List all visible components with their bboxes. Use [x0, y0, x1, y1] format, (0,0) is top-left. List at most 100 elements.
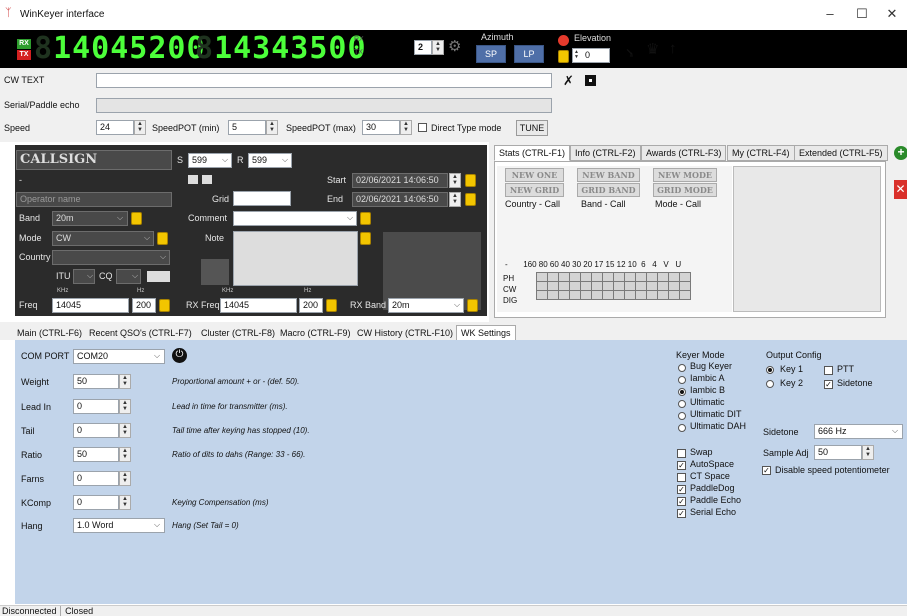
- ratio-input[interactable]: 50: [73, 447, 119, 462]
- new-grid-button[interactable]: NEW GRID: [505, 183, 564, 197]
- rxfreq-hz-input[interactable]: 200: [299, 298, 323, 313]
- rxfreq-khz-input[interactable]: 14045: [220, 298, 297, 313]
- tune-button[interactable]: TUNE: [516, 120, 548, 136]
- lock-icon[interactable]: [465, 174, 476, 187]
- tail-input[interactable]: 0: [73, 423, 119, 438]
- disable-pot-checkbox[interactable]: ✓: [762, 466, 771, 475]
- gear-icon[interactable]: ⚙: [448, 37, 461, 55]
- wand-icon[interactable]: ✗: [563, 73, 574, 89]
- rotor-number[interactable]: 2: [414, 40, 432, 55]
- key1-radio[interactable]: [766, 366, 774, 374]
- new-one-button[interactable]: NEW ONE: [505, 168, 564, 182]
- lead-in-spinner[interactable]: ▲ ▼: [119, 399, 131, 414]
- end-time-input[interactable]: 02/06/2021 14:06:50: [352, 192, 448, 207]
- mode-select[interactable]: CW: [52, 231, 154, 246]
- ratio-spinner[interactable]: ▲ ▼: [119, 447, 131, 462]
- lock-icon[interactable]: [159, 299, 170, 312]
- direct-type-checkbox[interactable]: [418, 123, 427, 132]
- tab-extended[interactable]: Extended (CTRL-F5): [794, 145, 888, 161]
- close-button[interactable]: ✕: [877, 6, 907, 22]
- key2-radio[interactable]: [766, 380, 774, 388]
- rotor-stop-icon[interactable]: [558, 35, 569, 46]
- delete-icon[interactable]: ✕: [894, 180, 907, 199]
- sample-adj-spinner[interactable]: ▲ ▼: [862, 445, 874, 460]
- com-port-select[interactable]: COM20: [73, 349, 165, 364]
- comment-select[interactable]: [233, 211, 357, 226]
- lead-in-input[interactable]: 0: [73, 399, 119, 414]
- lock-icon[interactable]: [360, 212, 371, 225]
- antenna-icon[interactable]: ⭸: [626, 43, 633, 64]
- start-time-input[interactable]: 02/06/2021 14:06:50: [352, 173, 448, 188]
- keyer-radio-ultimatic[interactable]: [678, 400, 686, 408]
- power-icon[interactable]: ⏻: [172, 348, 187, 363]
- grid-band-button[interactable]: GRID BAND: [577, 183, 640, 197]
- minimize-button[interactable]: –: [815, 6, 845, 21]
- end-spinner[interactable]: ▲ ▼: [449, 192, 461, 207]
- sidetone-checkbox[interactable]: ✓: [824, 380, 833, 389]
- keyer-radio-ultimatic-dit[interactable]: [678, 412, 686, 420]
- keyer-radio-iambic-a[interactable]: [678, 376, 686, 384]
- callsign-input[interactable]: CALLSIGN: [16, 150, 172, 170]
- maximize-button[interactable]: ☐: [847, 6, 877, 22]
- keyer-radio-iambic-b[interactable]: [678, 388, 686, 396]
- speedpot-max-spinner[interactable]: ▲ ▼: [400, 120, 412, 135]
- tab-awards[interactable]: Awards (CTRL-F3): [641, 145, 727, 161]
- tab-info[interactable]: Info (CTRL-F2): [570, 145, 641, 161]
- lock-icon[interactable]: [467, 299, 478, 312]
- new-mode-button[interactable]: NEW MODE: [653, 168, 717, 182]
- keyer-radio-ultimatic-dah[interactable]: [678, 424, 686, 432]
- farns-spinner[interactable]: ▲ ▼: [119, 471, 131, 486]
- operator-name-input[interactable]: Operator name: [16, 192, 172, 207]
- weight-spinner[interactable]: ▲ ▼: [119, 374, 131, 389]
- tab-stats[interactable]: Stats (CTRL-F1): [494, 145, 571, 161]
- country-select[interactable]: [52, 250, 170, 265]
- keyer-radio-bug[interactable]: [678, 364, 686, 372]
- kcomp-spinner[interactable]: ▲ ▼: [119, 495, 131, 510]
- start-spinner[interactable]: ▲ ▼: [449, 173, 461, 188]
- farns-input[interactable]: 0: [73, 471, 119, 486]
- add-icon[interactable]: +: [894, 146, 907, 160]
- speed-spinner[interactable]: ▲ ▼: [134, 120, 146, 135]
- sp-button[interactable]: SP: [476, 45, 506, 63]
- speedpot-min-input[interactable]: 5: [228, 120, 266, 135]
- stop-icon[interactable]: [585, 75, 596, 86]
- sample-adj-input[interactable]: 50: [814, 445, 862, 460]
- grid-input[interactable]: [233, 191, 291, 206]
- speedpot-min-spinner[interactable]: ▲ ▼: [266, 120, 278, 135]
- sidetone-select[interactable]: 666 Hz: [814, 424, 903, 439]
- lp-button[interactable]: LP: [514, 45, 544, 63]
- ptt-checkbox[interactable]: [824, 366, 833, 375]
- tab-my[interactable]: My (CTRL-F4): [727, 145, 795, 161]
- castle-icon[interactable]: ♛: [646, 40, 659, 58]
- tail-spinner[interactable]: ▲ ▼: [119, 423, 131, 438]
- lock-icon[interactable]: [558, 50, 569, 63]
- note-textarea[interactable]: [233, 231, 358, 286]
- speed-input[interactable]: 24: [96, 120, 134, 135]
- speedpot-max-input[interactable]: 30: [362, 120, 400, 135]
- weight-input[interactable]: 50: [73, 374, 119, 389]
- lock-icon[interactable]: [360, 232, 371, 245]
- kcomp-label: KComp: [21, 498, 52, 508]
- lock-icon[interactable]: [131, 212, 142, 225]
- paddle-echo-checkbox[interactable]: ✓: [677, 497, 686, 506]
- lock-icon[interactable]: [157, 232, 168, 245]
- cw-text-input[interactable]: [96, 73, 552, 88]
- freq-khz-input[interactable]: 14045: [52, 298, 129, 313]
- tab-wk-settings[interactable]: WK Settings: [456, 325, 516, 341]
- lock-icon[interactable]: [465, 193, 476, 206]
- new-band-button[interactable]: NEW BAND: [577, 168, 640, 182]
- rotor-spinner[interactable]: ▲ ▼: [432, 40, 444, 55]
- freq-hz-input[interactable]: 200: [132, 298, 156, 313]
- hang-select[interactable]: 1.0 Word: [73, 518, 165, 533]
- kcomp-input[interactable]: 0: [73, 495, 119, 510]
- ct-space-checkbox[interactable]: [677, 473, 686, 482]
- arrow-up-icon[interactable]: ↑: [669, 40, 677, 57]
- elevation-spinner[interactable]: ▲ ▼: [574, 50, 582, 61]
- autospace-checkbox[interactable]: ✓: [677, 461, 686, 470]
- grid-mode-button[interactable]: GRID MODE: [653, 183, 717, 197]
- rxband-select[interactable]: 20m: [388, 298, 464, 313]
- lock-icon[interactable]: [326, 299, 337, 312]
- paddledog-checkbox[interactable]: ✓: [677, 485, 686, 494]
- serial-echo-checkbox[interactable]: ✓: [677, 509, 686, 518]
- swap-checkbox[interactable]: [677, 449, 686, 458]
